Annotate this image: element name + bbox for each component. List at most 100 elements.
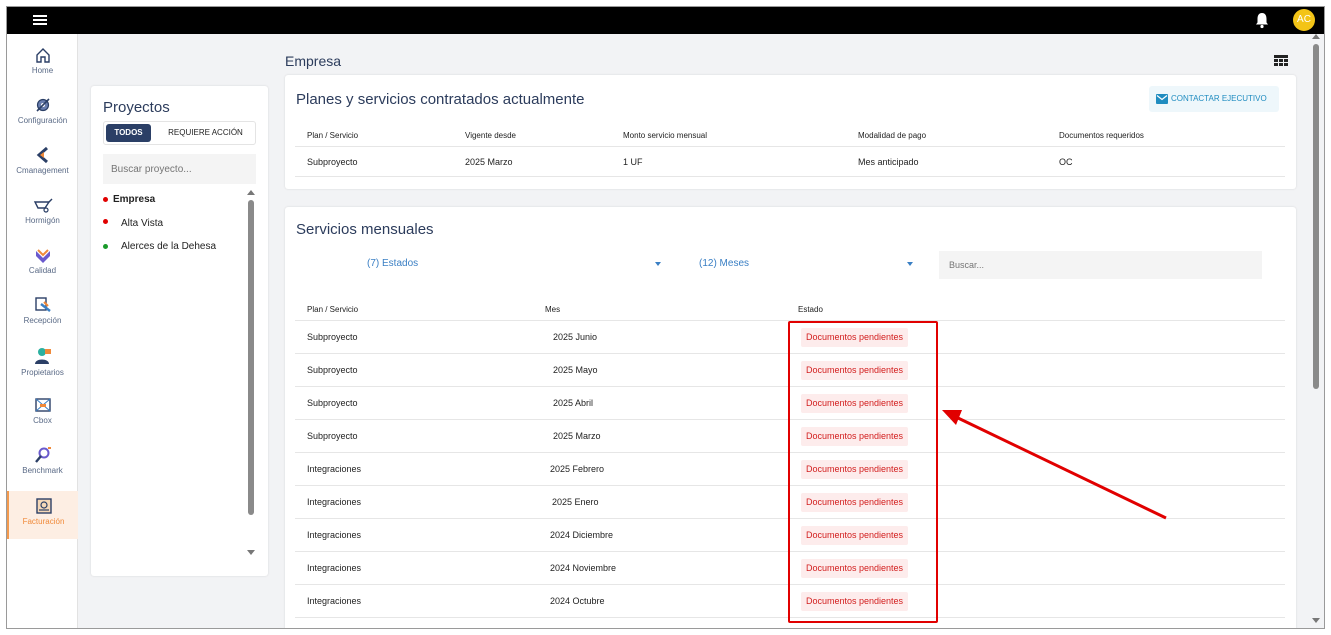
project-search-input[interactable] — [103, 154, 256, 184]
table-cell: 1 UF — [623, 157, 643, 167]
table-cell: 2025 Mayo — [553, 365, 598, 375]
sidebar-item-label: Configuración — [17, 116, 68, 125]
plans-table-header: Plan / Servicio Vigente desde Monto serv… — [295, 125, 1285, 147]
contact-button-label: CONTACTAR EJECUTIVO — [1171, 94, 1267, 103]
plans-title: Planes y servicios contratados actualmen… — [296, 91, 585, 108]
project-item-alerces[interactable]: Alerces de la Dehesa — [103, 241, 253, 259]
table-view-icon[interactable] — [1274, 55, 1288, 67]
projects-scrollbar[interactable] — [246, 190, 256, 560]
sidebar-item-home[interactable]: Home — [7, 40, 78, 88]
table-cell: 2025 Abril — [553, 398, 594, 408]
page-title: Empresa — [285, 53, 342, 69]
table-cell: 2025 Marzo — [553, 431, 601, 441]
menu-icon[interactable] — [33, 13, 47, 27]
status-dot — [103, 196, 108, 202]
select-value: (7) Estados — [367, 258, 419, 269]
sidebar-item-calidad[interactable]: Calidad — [7, 240, 78, 288]
select-value: (12) Meses — [699, 258, 750, 269]
services-table-header: Plan / Servicio Mes Estado — [295, 299, 1285, 321]
table-cell: 2025 Febrero — [550, 464, 605, 474]
sidebar-item-label: Home — [31, 66, 54, 75]
sidebar: Home Configuración Cmanagement Hormigón … — [7, 34, 78, 628]
scroll-thumb[interactable] — [248, 200, 254, 515]
column-header: Plan / Servicio — [307, 305, 359, 314]
billing-icon — [35, 498, 52, 514]
sidebar-item-label: Facturación — [22, 517, 65, 526]
bell-icon[interactable] — [1253, 11, 1271, 29]
scroll-up-arrow[interactable] — [247, 190, 255, 195]
table-row: Subproyecto 2025 Marzo 1 UF Mes anticipa… — [295, 147, 1285, 177]
table-cell: Subproyecto — [307, 365, 358, 375]
scroll-up-arrow[interactable] — [1312, 34, 1320, 39]
sidebar-item-label: Benchmark — [22, 466, 63, 475]
column-header: Mes — [545, 305, 561, 314]
tab-todos[interactable]: TODOS — [106, 124, 151, 142]
tab-requiere-accion[interactable]: REQUIERE ACCIÓN — [158, 124, 253, 142]
table-cell: Integraciones — [307, 530, 362, 540]
sidebar-item-configuracion[interactable]: Configuración — [7, 90, 78, 138]
wheelbarrow-icon — [33, 198, 52, 213]
main-scrollbar[interactable] — [1310, 34, 1324, 628]
table-cell: 2025 Marzo — [465, 157, 513, 167]
sidebar-item-label: Cmanagement — [16, 166, 69, 175]
sidebar-item-hormigon[interactable]: Hormigón — [7, 190, 78, 238]
project-name: Alerces de la Dehesa — [121, 241, 217, 252]
table-cell: Integraciones — [307, 464, 362, 474]
projects-filter-tabs: TODOS REQUIERE ACCIÓN — [103, 121, 256, 145]
states-filter-select[interactable]: (7) Estados — [367, 251, 667, 277]
table-cell: 2024 Diciembre — [550, 530, 614, 540]
services-search-input[interactable] — [939, 251, 1262, 279]
gear-icon — [35, 98, 50, 112]
sidebar-item-label: Hormigón — [25, 216, 60, 225]
project-item-alta-vista[interactable]: Alta Vista — [103, 218, 253, 236]
benchmark-icon — [34, 447, 51, 463]
sidebar-item-facturacion[interactable]: Facturación — [7, 491, 78, 539]
table-cell: 2025 Junio — [553, 332, 598, 342]
projects-title: Proyectos — [103, 99, 170, 116]
sidebar-item-cmanagement[interactable]: Cmanagement — [7, 140, 78, 188]
mail-icon — [1156, 94, 1168, 104]
sidebar-item-benchmark[interactable]: Benchmark — [7, 440, 78, 488]
column-header: Vigente desde — [465, 131, 517, 140]
status-dot — [103, 219, 108, 224]
table-cell: Integraciones — [307, 563, 362, 573]
table-cell: Subproyecto — [307, 157, 358, 167]
cmanagement-icon — [36, 146, 48, 164]
table-cell: 2025 Enero — [552, 497, 599, 507]
sidebar-item-label: Calidad — [28, 266, 57, 275]
sidebar-item-propietarios[interactable]: Propietarios — [7, 340, 78, 388]
app-window: AC Home Configuración Cmanagement Hormig… — [6, 6, 1325, 629]
table-cell: Mes anticipado — [858, 157, 919, 167]
scroll-down-arrow[interactable] — [247, 550, 255, 555]
chevron-down-icon — [907, 262, 913, 266]
contact-executive-button[interactable]: CONTACTAR EJECUTIVO — [1149, 86, 1279, 112]
scroll-down-arrow[interactable] — [1312, 618, 1320, 623]
table-cell: 2024 Noviembre — [550, 563, 617, 573]
status-dot — [103, 243, 108, 249]
project-name: Empresa — [113, 194, 156, 205]
table-cell: OC — [1059, 157, 1073, 167]
avatar[interactable]: AC — [1293, 9, 1315, 31]
months-filter-select[interactable]: (12) Meses — [699, 251, 919, 277]
top-bar: AC — [7, 7, 1324, 34]
chevron-down-icon — [655, 262, 661, 266]
table-cell: Integraciones — [307, 497, 362, 507]
sidebar-item-recepcion[interactable]: Recepción — [7, 290, 78, 338]
project-item-empresa[interactable]: Empresa — [103, 194, 253, 212]
projects-panel: Proyectos TODOS REQUIERE ACCIÓN Empresa … — [91, 86, 268, 576]
sidebar-item-label: Cbox — [33, 416, 52, 425]
column-header: Documentos requeridos — [1059, 131, 1144, 140]
reception-icon — [34, 297, 51, 312]
table-cell: Subproyecto — [307, 332, 358, 342]
table-cell: Subproyecto — [307, 398, 358, 408]
sidebar-item-cbox[interactable]: Cbox — [7, 390, 78, 438]
column-header: Monto servicio mensual — [623, 131, 708, 140]
scroll-thumb[interactable] — [1313, 44, 1319, 389]
home-icon — [35, 48, 50, 63]
table-cell: Integraciones — [307, 596, 362, 606]
sidebar-item-label: Propietarios — [21, 368, 64, 377]
column-header: Modalidad de pago — [858, 131, 927, 140]
table-cell: Subproyecto — [307, 431, 358, 441]
quality-check-icon — [35, 249, 50, 263]
table-cell: 2024 Octubre — [550, 596, 605, 606]
